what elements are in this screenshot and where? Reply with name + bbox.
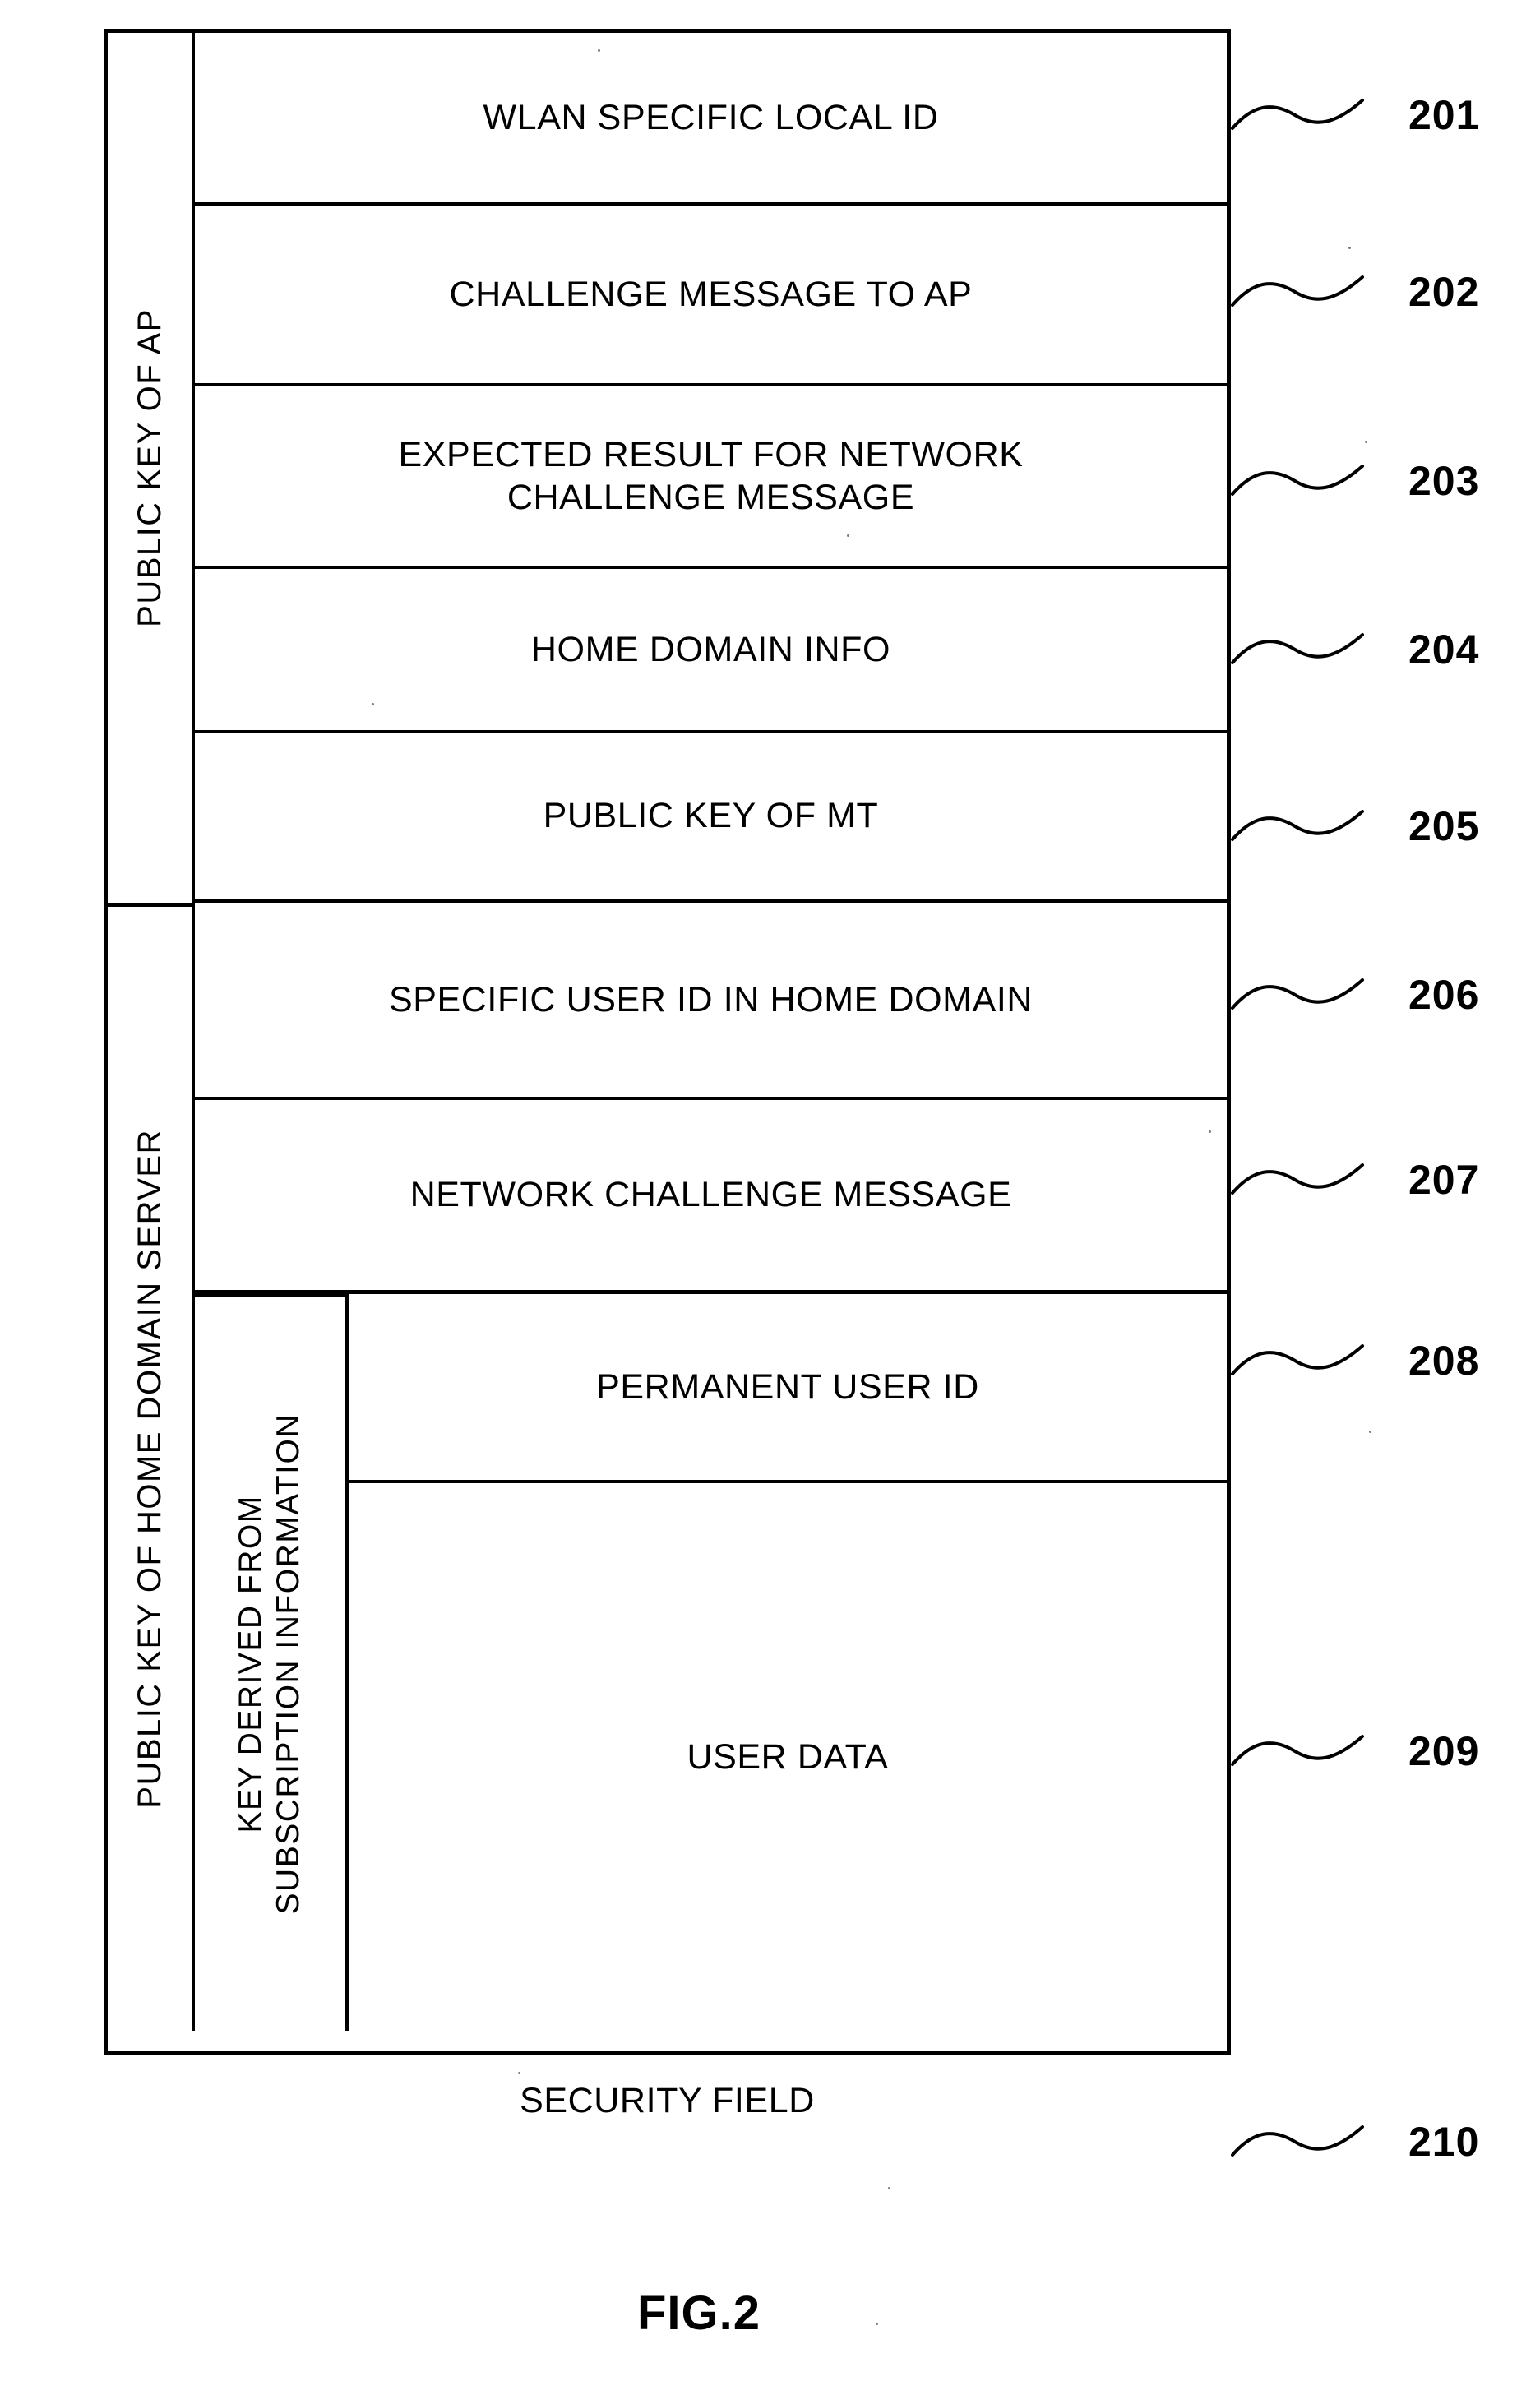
leader-line-squiggle-icon (1231, 810, 1364, 841)
reference-number: 210 (1408, 2119, 1480, 2165)
scan-speck (1348, 247, 1351, 249)
field-label: PUBLIC KEY OF MT (543, 796, 879, 836)
callout-201: 201 (1231, 90, 1479, 140)
field-row-home-domain-info: HOME DOMAIN INFO (195, 569, 1227, 733)
leader-line-squiggle-icon (1231, 2125, 1364, 2157)
scan-speck (847, 534, 849, 537)
field-row-public-key-of-mt: PUBLIC KEY OF MT (195, 733, 1227, 903)
field-row-permanent-user-id: PERMANENT USER ID (349, 1294, 1227, 1483)
scan-speck (518, 2072, 520, 2074)
leader-line-squiggle-icon (1231, 465, 1364, 496)
field-label: WLAN SPECIFIC LOCAL ID (483, 97, 939, 137)
side-label-public-key-of-home-domain-server-text: PUBLIC KEY OF HOME DOMAIN SERVER (131, 1129, 168, 1809)
reference-number: 205 (1408, 803, 1480, 849)
callout-204: 204 (1231, 625, 1479, 674)
reference-number: 206 (1408, 972, 1480, 1018)
reference-number: 208 (1408, 1338, 1480, 1384)
callout-208: 208 (1231, 1336, 1479, 1385)
field-label: USER DATA (687, 1736, 889, 1777)
field-label: CHALLENGE MESSAGE TO AP (449, 274, 973, 314)
leader-line-squiggle-icon (1231, 1735, 1364, 1766)
field-label: SPECIFIC USER ID IN HOME DOMAIN (388, 979, 1034, 1019)
callout-202: 202 (1231, 267, 1479, 317)
callout-207: 207 (1231, 1155, 1479, 1204)
field-row-network-challenge-message: NETWORK CHALLENGE MESSAGE (195, 1100, 1227, 1294)
leader-line-squiggle-icon (1231, 1344, 1364, 1375)
field-row-specific-user-id-in-home-domain: SPECIFIC USER ID IN HOME DOMAIN (195, 903, 1227, 1100)
reference-number: 201 (1408, 92, 1480, 138)
field-row-challenge-message-to-ap: CHALLENGE MESSAGE TO AP (195, 206, 1227, 386)
side-label-public-key-of-ap: PUBLIC KEY OF AP (108, 33, 195, 903)
side-label-key-derived-from-subscription-information-text: KEY DERIVED FROM SUBSCRIPTION INFORMATIO… (233, 1413, 307, 1915)
scan-speck (876, 2323, 878, 2325)
field-label: NETWORK CHALLENGE MESSAGE (409, 1175, 1012, 1215)
side-label-key-derived-from-subscription-information: KEY DERIVED FROM SUBSCRIPTION INFORMATIO… (195, 1294, 349, 2031)
field-label: PERMANENT USER ID (596, 1366, 979, 1407)
scan-speck (1209, 1130, 1211, 1133)
reference-number: 203 (1408, 458, 1480, 504)
leader-line-squiggle-icon (1231, 978, 1364, 1010)
scan-speck (888, 2187, 890, 2189)
callout-209: 209 (1231, 1727, 1479, 1776)
patent-figure: PUBLIC KEY OF AP PUBLIC KEY OF HOME DOMA… (0, 0, 1540, 2404)
reference-number: 204 (1408, 626, 1480, 673)
scan-speck (1369, 1431, 1371, 1433)
scan-speck (1365, 441, 1367, 443)
callout-206: 206 (1231, 970, 1479, 1019)
field-row-user-data: USER DATA (349, 1483, 1227, 2031)
figure-caption: FIG.2 (636, 2286, 761, 2340)
callout-210: 210 (1231, 2117, 1479, 2166)
leader-line-squiggle-icon (1231, 633, 1364, 664)
field-row-expected-result-for-network-challenge-message: EXPECTED RESULT FOR NETWORK CHALLENGE ME… (195, 386, 1227, 569)
leader-line-squiggle-icon (1231, 99, 1364, 130)
field-row-wlan-specific-local-id: WLAN SPECIFIC LOCAL ID (195, 33, 1227, 206)
side-label-public-key-of-ap-text: PUBLIC KEY OF AP (131, 308, 168, 627)
field-label: EXPECTED RESULT FOR NETWORK CHALLENGE ME… (398, 434, 1024, 517)
callout-203: 203 (1231, 456, 1479, 506)
side-label-public-key-of-home-domain-server: PUBLIC KEY OF HOME DOMAIN SERVER (108, 903, 195, 2031)
reference-number: 202 (1408, 269, 1480, 315)
scan-speck (598, 49, 600, 52)
callout-205: 205 (1231, 802, 1479, 851)
reference-number: 209 (1408, 1728, 1480, 1774)
field-row-security-field: SECURITY FIELD (108, 2031, 1227, 2171)
field-label: HOME DOMAIN INFO (530, 629, 891, 669)
leader-line-squiggle-icon (1231, 275, 1364, 307)
leader-line-squiggle-icon (1231, 1163, 1364, 1195)
scan-speck (372, 703, 374, 705)
reference-number: 207 (1408, 1157, 1480, 1203)
field-label: SECURITY FIELD (520, 2080, 815, 2120)
